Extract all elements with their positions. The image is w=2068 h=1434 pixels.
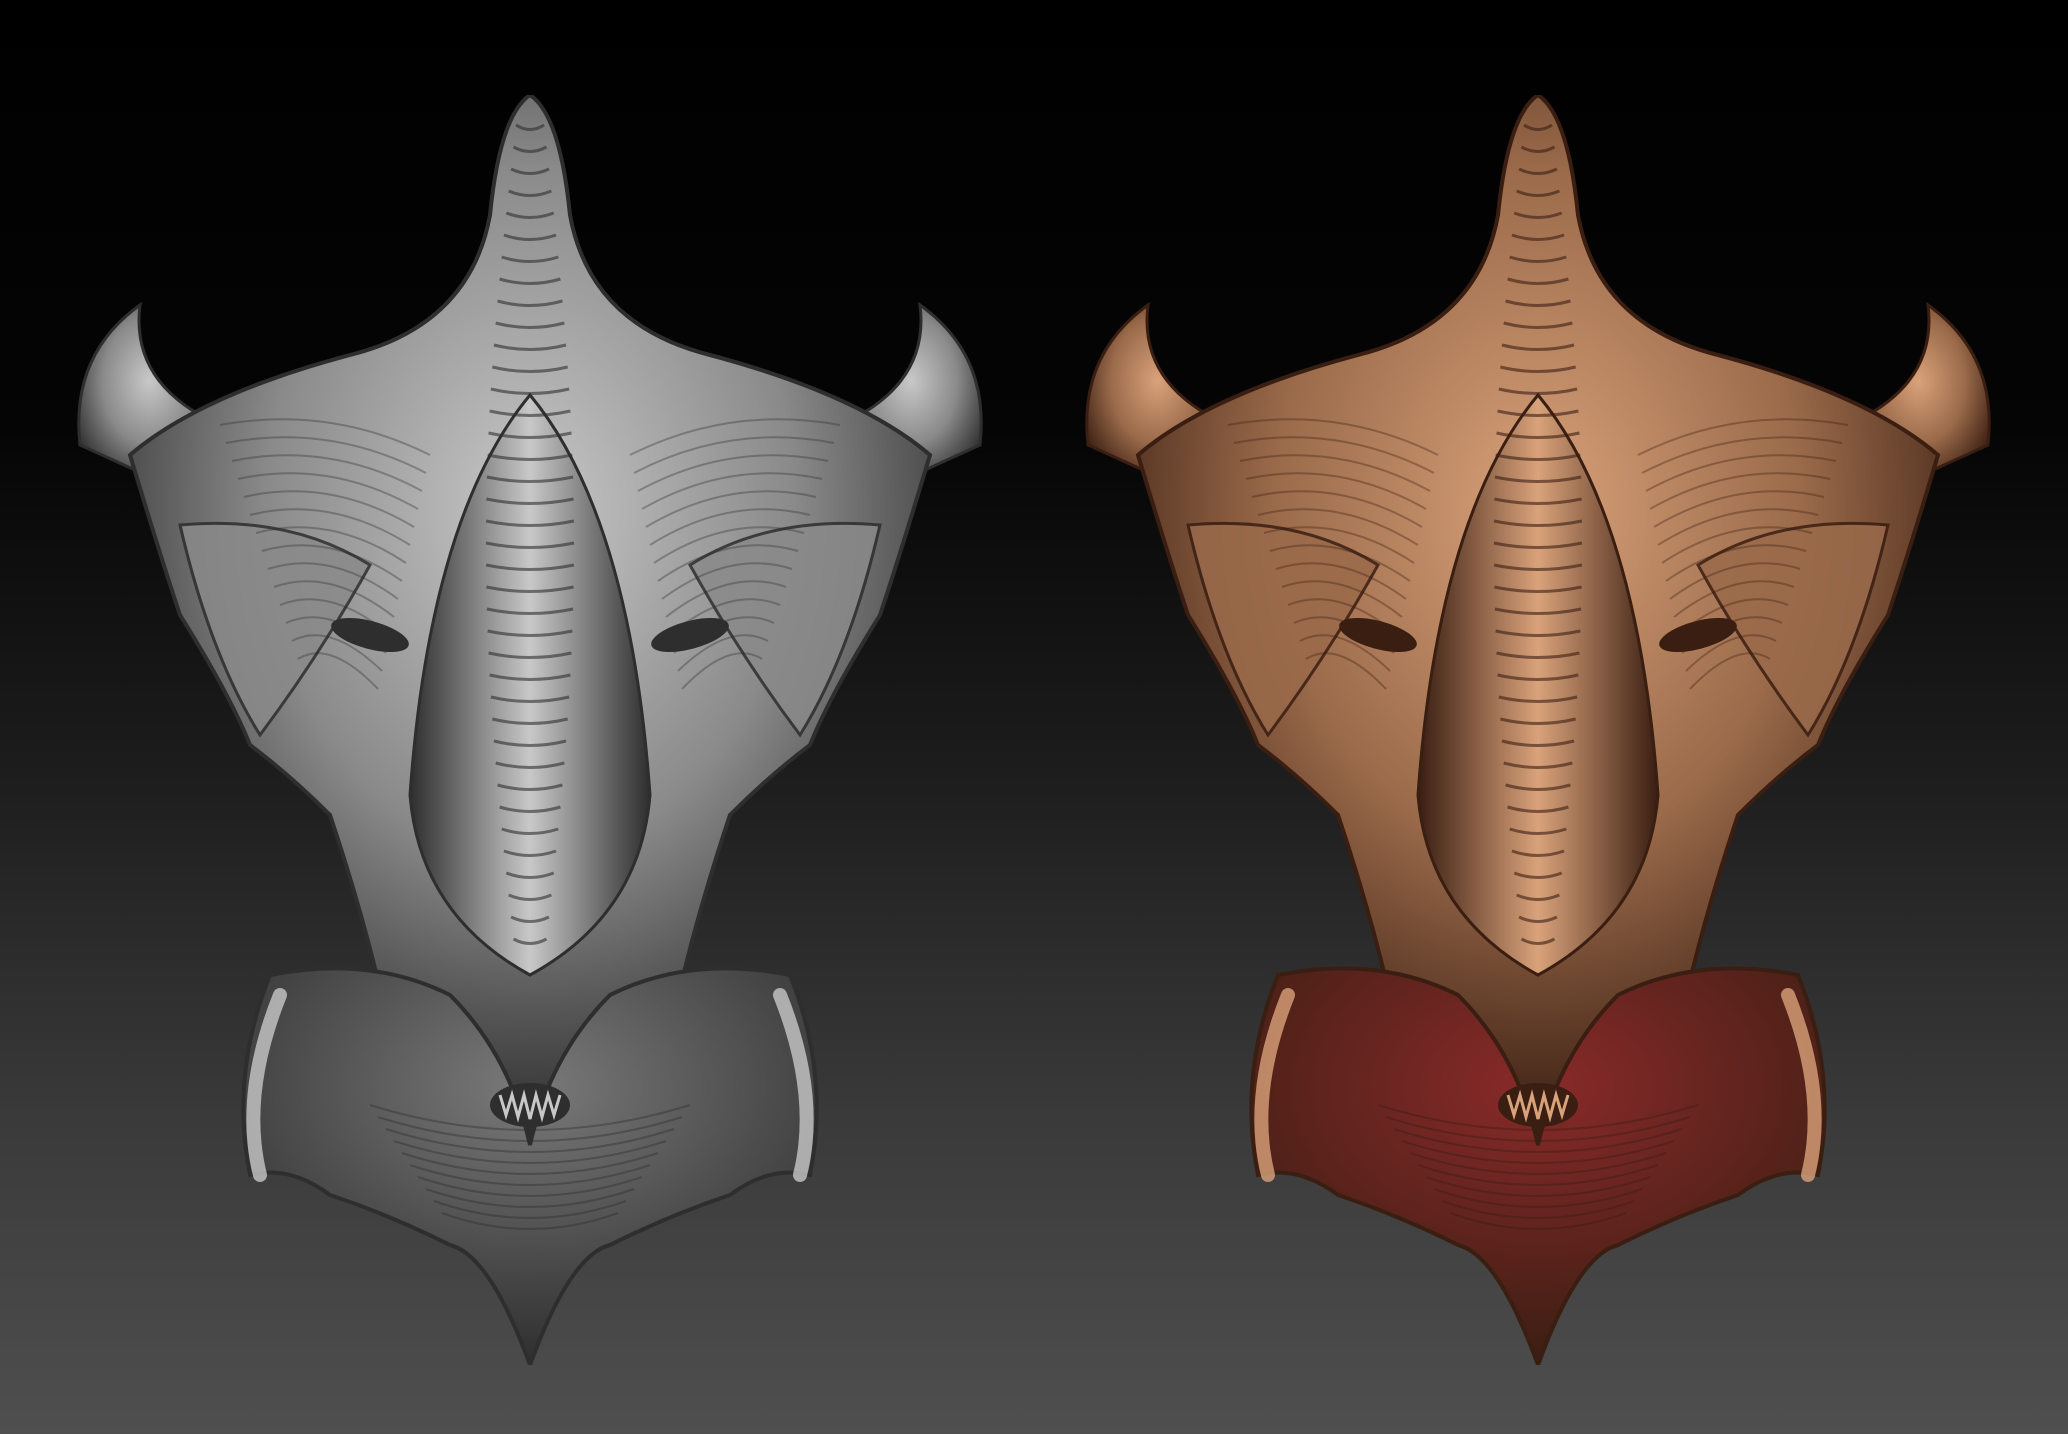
- viewport-canvas: [0, 0, 2068, 1434]
- creature-head-grey-sculpt: [70, 95, 990, 1365]
- creature-head-painted-sculpt: [1078, 95, 1998, 1365]
